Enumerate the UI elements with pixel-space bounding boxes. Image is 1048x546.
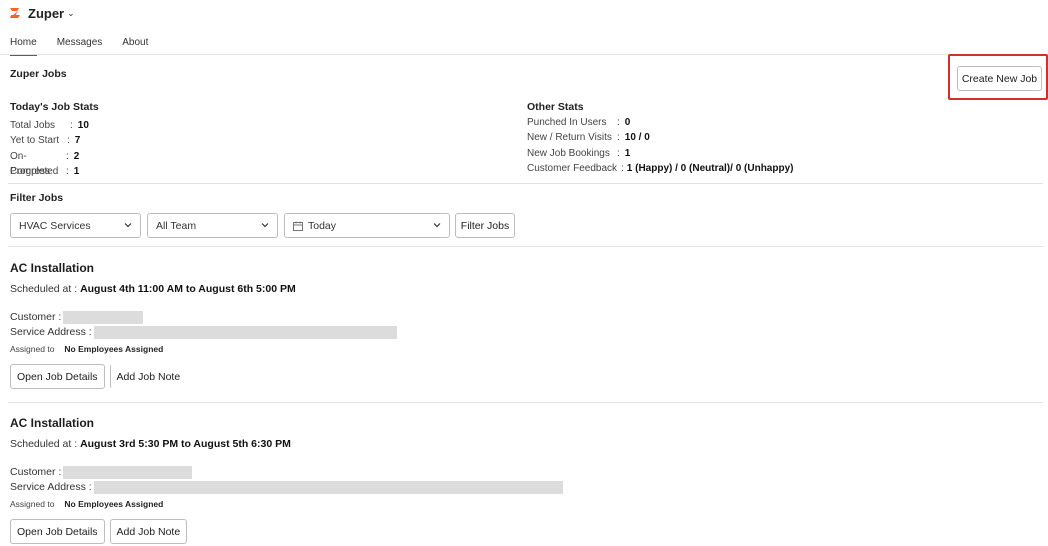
app-title[interactable]: Zuper: [28, 6, 64, 21]
service-select[interactable]: HVAC Services: [10, 213, 141, 238]
other-stats-heading: Other Stats: [527, 101, 584, 113]
team-select-value: All Team: [156, 219, 197, 232]
chevron-down-icon: [124, 223, 132, 228]
assigned-to: Assigned to No Employees Assigned: [10, 344, 1010, 354]
stat-colon: :: [70, 120, 73, 131]
job-schedule: Scheduled at : August 4th 11:00 AM to Au…: [10, 283, 1010, 295]
stat-row: New / Return Visits : 10 / 0: [527, 130, 793, 145]
redacted-customer: [63, 466, 193, 479]
filter-jobs-button[interactable]: Filter Jobs: [455, 213, 515, 238]
add-job-note-button[interactable]: Add Job Note: [109, 364, 188, 389]
stat-colon: :: [617, 117, 620, 128]
stat-row: Customer Feedback : 1 (Happy) / 0 (Neutr…: [527, 161, 793, 176]
redacted-address: [93, 326, 397, 339]
assigned-label: Assigned to: [10, 344, 55, 354]
stat-value: 10 / 0: [624, 132, 650, 144]
job-card: AC Installation Scheduled at : August 3r…: [10, 416, 1010, 544]
stat-colon: :: [66, 165, 69, 177]
stat-row: Completed : 1: [10, 164, 99, 179]
open-job-details-button[interactable]: Open Job Details: [10, 519, 105, 544]
job-schedule: Scheduled at : August 3rd 5:30 PM to Aug…: [10, 438, 1010, 450]
tabs-divider: [0, 54, 1048, 55]
stat-value: 2: [73, 150, 80, 162]
chevron-down-icon[interactable]: ⌄: [67, 8, 75, 19]
filter-jobs-title: Filter Jobs: [10, 192, 64, 204]
stat-value: 10: [77, 120, 89, 131]
stat-row: Punched In Users : 0: [527, 115, 793, 130]
add-job-note-button[interactable]: Add Job Note: [109, 519, 188, 544]
assigned-label: Assigned to: [10, 499, 55, 509]
job-actions: Open Job Details Add Job Note: [10, 364, 1010, 389]
schedule-value: August 4th 11:00 AM to August 6th 5:00 P…: [80, 283, 296, 295]
stat-label: Yet to Start: [10, 135, 60, 147]
assigned-to: Assigned to No Employees Assigned: [10, 499, 1010, 509]
service-select-value: HVAC Services: [19, 219, 91, 232]
address-label: Service Address :: [10, 326, 92, 338]
stat-colon: :: [617, 147, 620, 159]
create-new-job-button[interactable]: Create New Job: [957, 66, 1042, 91]
job-actions: Open Job Details Add Job Note: [10, 519, 1010, 544]
address-field: Service Address :: [10, 480, 1010, 495]
address-label: Service Address :: [10, 481, 92, 493]
schedule-label: Scheduled at :: [10, 283, 78, 295]
chevron-down-icon: [261, 223, 269, 228]
schedule-value: August 3rd 5:30 PM to August 5th 6:30 PM: [80, 438, 291, 450]
job-card: AC Installation Scheduled at : August 4t…: [10, 261, 1010, 389]
stat-value: 1: [624, 147, 631, 159]
address-field: Service Address :: [10, 325, 1010, 340]
job-title[interactable]: AC Installation: [10, 261, 1010, 275]
stat-value: 1 (Happy) / 0 (Neutral)/ 0 (Unhappy): [626, 162, 794, 174]
divider: [8, 246, 1043, 247]
job-title[interactable]: AC Installation: [10, 416, 1010, 430]
calendar-icon: [293, 221, 303, 231]
divider: [8, 402, 1043, 403]
customer-label: Customer :: [10, 466, 62, 478]
stat-label: New Job Bookings: [527, 147, 610, 159]
stat-row: Yet to Start : 7: [10, 133, 99, 148]
stat-label: New / Return Visits: [527, 132, 612, 144]
stat-label: Completed: [10, 165, 59, 177]
schedule-label: Scheduled at :: [10, 438, 78, 450]
stat-label: Customer Feedback: [527, 162, 618, 174]
stat-row: On-Progress : 2: [10, 149, 99, 177]
today-job-stats: Today's Job Stats Total Jobs : 10 Yet to…: [10, 101, 99, 179]
date-select[interactable]: Today: [284, 213, 450, 238]
assigned-value: No Employees Assigned: [64, 344, 164, 354]
open-job-details-button[interactable]: Open Job Details: [10, 364, 105, 389]
date-select-value: Today: [308, 219, 337, 232]
today-stats-heading: Today's Job Stats: [10, 101, 99, 113]
team-select[interactable]: All Team: [147, 213, 278, 238]
chevron-down-icon: [433, 223, 441, 228]
redacted-address: [93, 481, 563, 494]
stat-label: Punched In Users: [527, 117, 607, 128]
stat-row: Total Jobs : 10: [10, 118, 99, 133]
stat-row: New Job Bookings : 1: [527, 146, 793, 161]
other-stats: Other Stats Punched In Users : 0 New / R…: [527, 101, 793, 176]
stat-colon: :: [66, 150, 69, 162]
divider: [8, 183, 1043, 184]
stat-colon: :: [67, 135, 70, 147]
customer-label: Customer :: [10, 311, 62, 323]
app-header: Zuper ⌄: [8, 5, 75, 21]
stat-label: On-Progress: [10, 150, 51, 177]
stat-value: 1: [73, 165, 80, 177]
stat-colon: :: [621, 162, 624, 174]
stat-label: Total Jobs: [10, 120, 56, 131]
customer-field: Customer :: [10, 465, 1010, 480]
stat-colon: :: [617, 132, 620, 144]
zuper-logo-icon: [10, 8, 20, 18]
stat-value: 7: [74, 135, 81, 147]
stat-value: 0: [624, 117, 631, 128]
assigned-value: No Employees Assigned: [64, 499, 164, 509]
page-title: Zuper Jobs: [10, 68, 67, 80]
customer-field: Customer :: [10, 310, 1010, 325]
redacted-customer: [63, 311, 144, 324]
